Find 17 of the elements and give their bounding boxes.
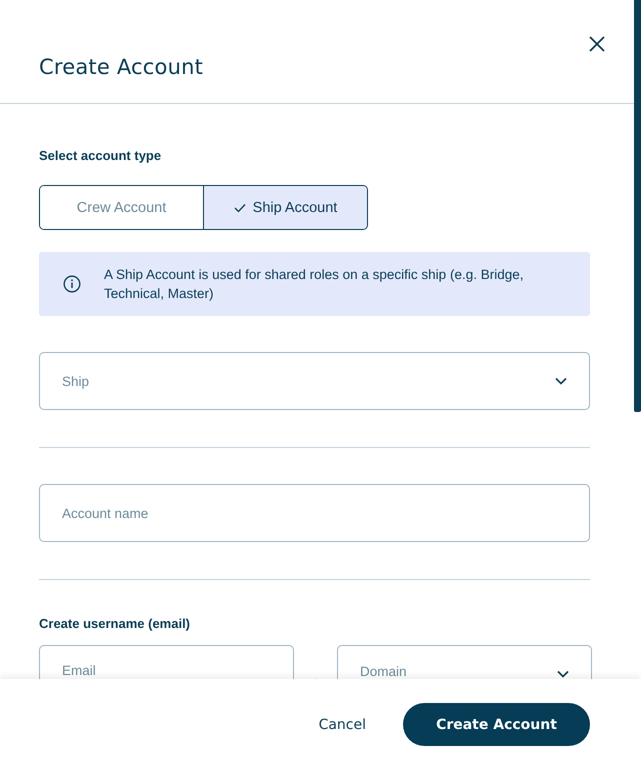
- account-name-field[interactable]: Account name: [39, 484, 590, 542]
- email-field[interactable]: Email: [39, 645, 294, 679]
- scrollbar-thumb[interactable]: [634, 0, 641, 412]
- cancel-button[interactable]: Cancel: [318, 712, 366, 736]
- create-account-button[interactable]: Create Account: [403, 703, 590, 746]
- section-label: Create username (email): [39, 616, 192, 631]
- dialog-title: Create Account: [39, 55, 204, 79]
- section-label: Select account type: [39, 148, 162, 163]
- domain-select[interactable]: Domain: [337, 645, 592, 679]
- chevron-down-icon: [557, 670, 569, 678]
- chevron-down-icon: [555, 377, 567, 385]
- ship-select[interactable]: Ship: [39, 352, 590, 410]
- account-type-option[interactable]: Ship Account: [203, 186, 367, 229]
- info-text: A Ship Account is used for shared roles on a specific ship (e.g. Bridge, Technical, Master): [104, 266, 524, 303]
- info-icon: [63, 275, 81, 293]
- check-icon: [234, 202, 246, 212]
- close-icon[interactable]: [589, 36, 605, 52]
